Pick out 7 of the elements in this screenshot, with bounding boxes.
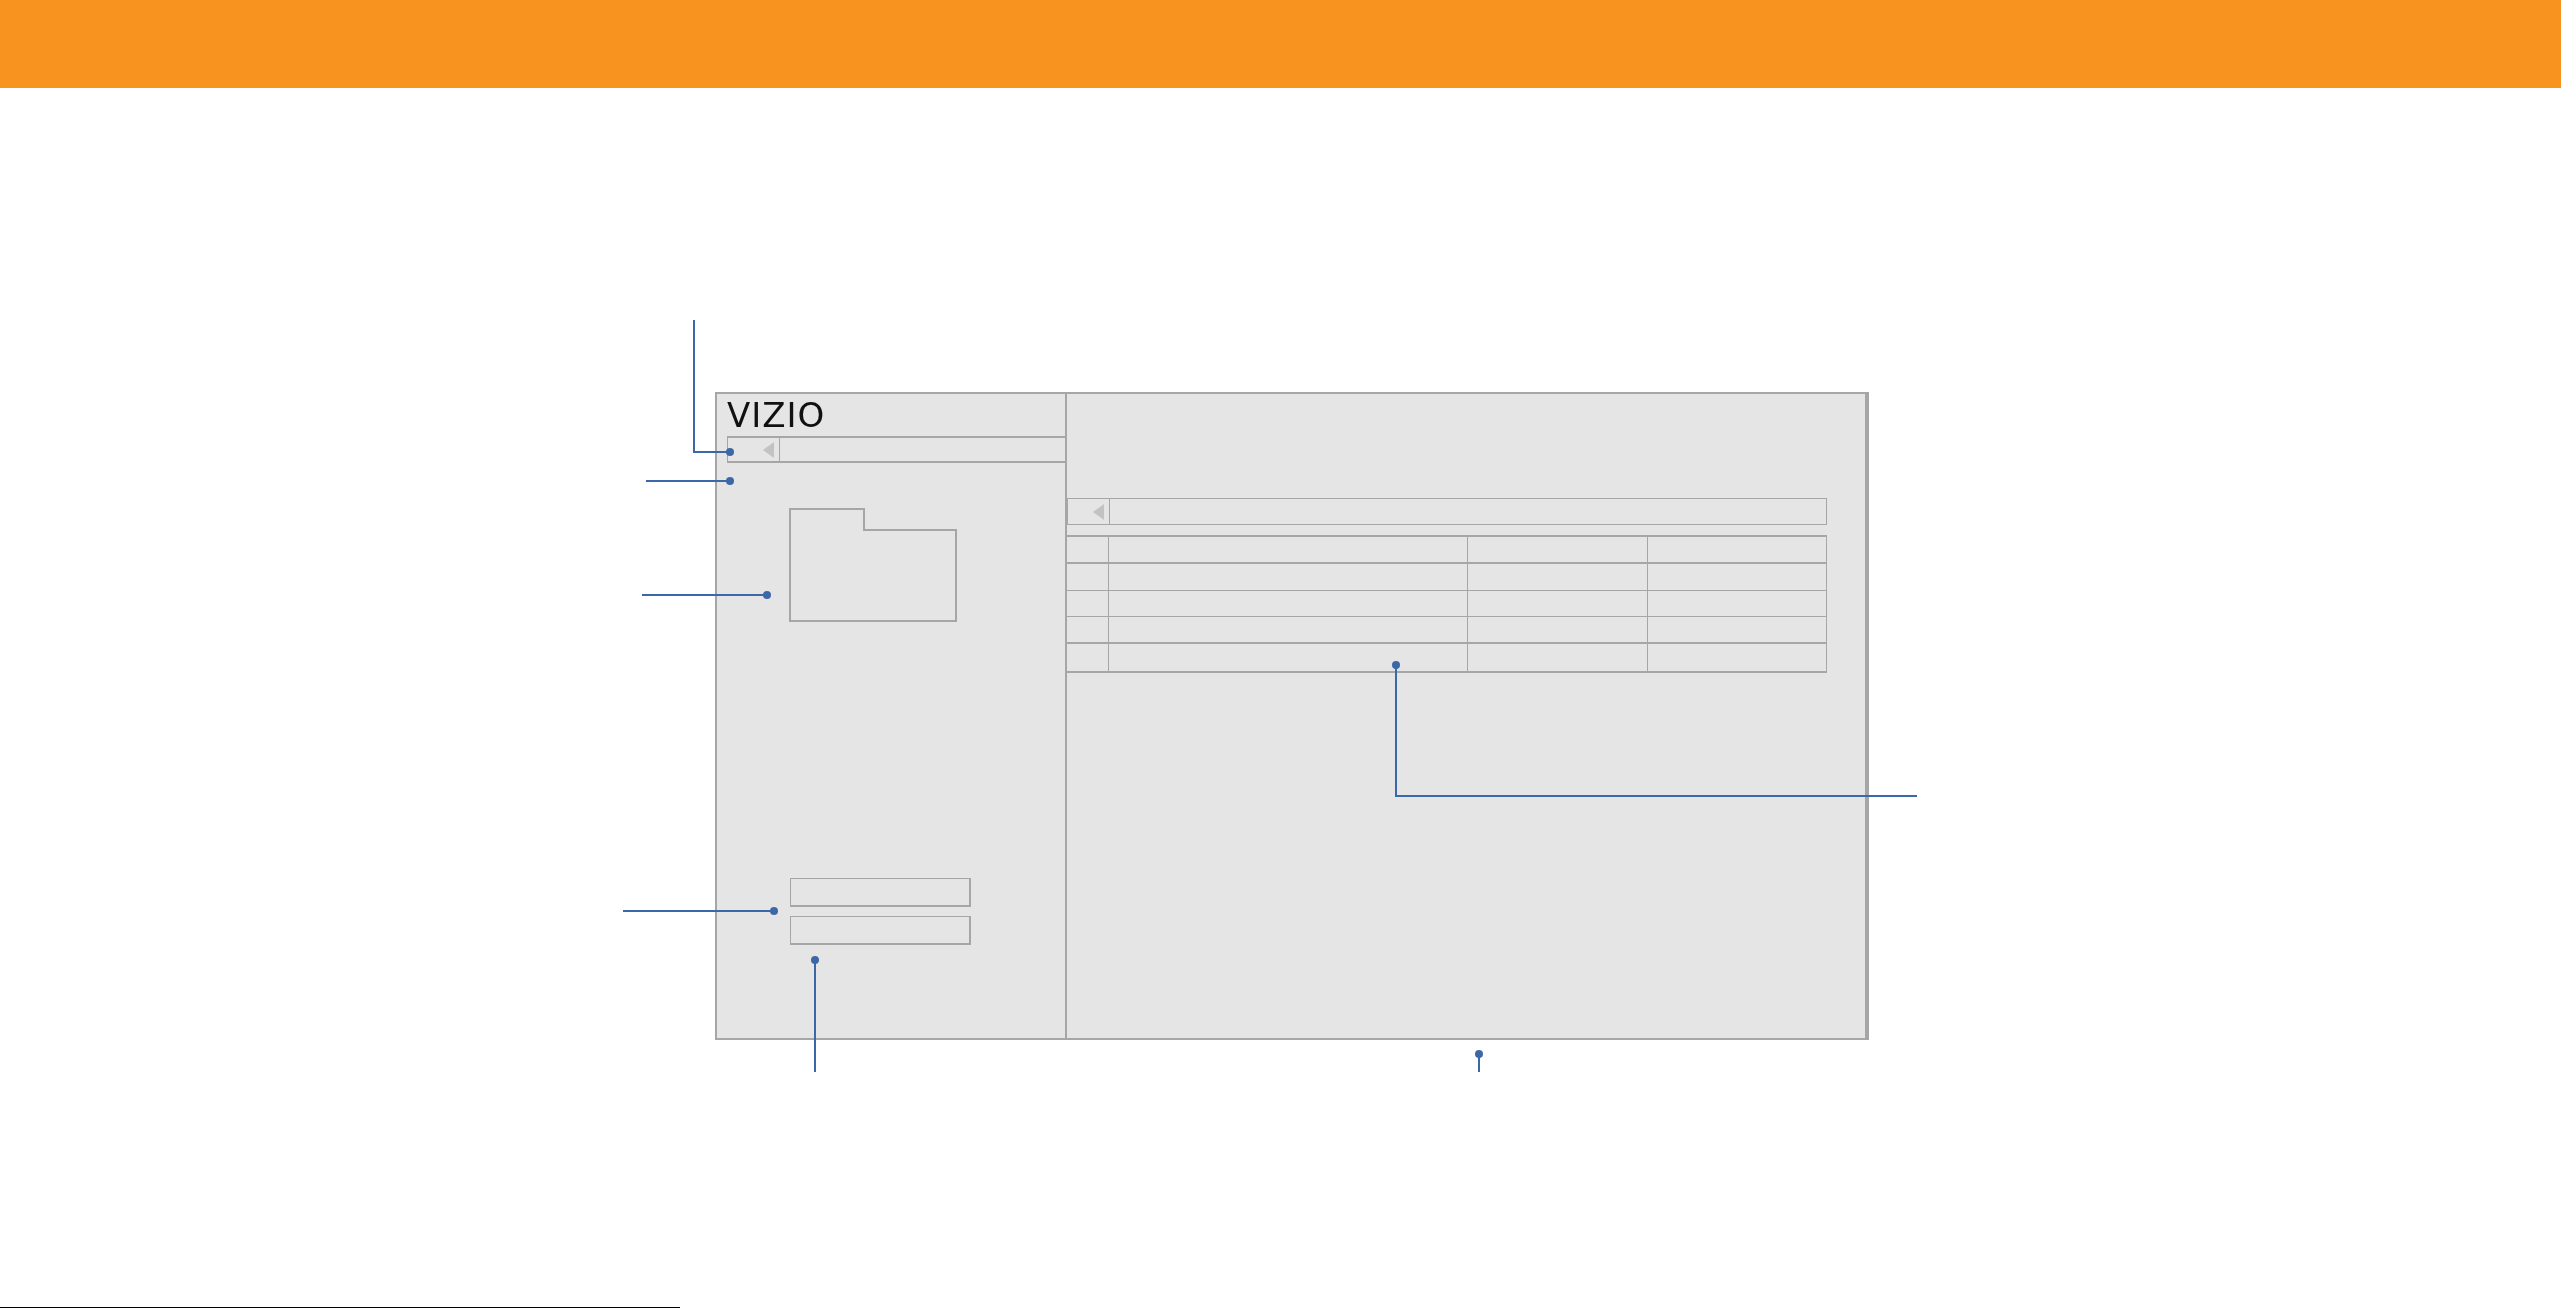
callout-line [1475, 1050, 1483, 1073]
option-button[interactable] [790, 916, 971, 945]
triangle-left-icon [763, 441, 774, 458]
triangle-left-icon [1093, 503, 1104, 520]
brand-logo: VIZIO [727, 398, 826, 432]
option-button[interactable] [790, 878, 971, 907]
folder-icon [789, 508, 957, 622]
